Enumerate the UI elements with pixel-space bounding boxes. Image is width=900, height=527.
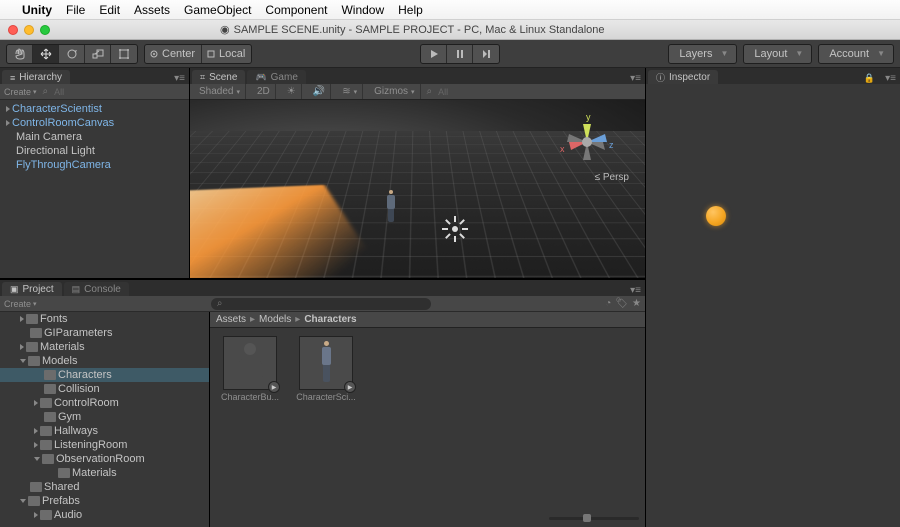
project-console-area: ▣Project ▤Console ▾≡ Create ▾ ◔ 🏷 ★ Font…: [0, 278, 645, 527]
svg-text:z: z: [609, 140, 614, 150]
hand-tool[interactable]: [7, 45, 33, 63]
main-toolbar: Center Local Layers▼ Layout▼ Account▼: [0, 40, 900, 68]
pivot-icon: [149, 49, 159, 59]
project-search[interactable]: [211, 298, 431, 310]
app-menu[interactable]: Unity: [22, 3, 52, 17]
project-tree[interactable]: Fonts GIParameters Materials Models Char…: [0, 312, 210, 527]
highlight-marker-icon: [706, 206, 726, 226]
shading-dropdown[interactable]: Shaded ▾: [194, 84, 246, 99]
breadcrumb[interactable]: Assets▸ Models▸ Characters: [210, 312, 645, 328]
scene-toolbar: Shaded ▾ 2D ☀ 🔊 ≋ ▾ Gizmos ▾ All: [190, 84, 645, 100]
tab-console[interactable]: ▤Console: [64, 282, 129, 296]
account-dropdown[interactable]: Account▼: [818, 44, 894, 64]
window-title: SAMPLE SCENE.unity - SAMPLE PROJECT - PC…: [234, 24, 605, 36]
space-icon: [206, 49, 216, 59]
projection-label[interactable]: ≤ Persp: [595, 172, 629, 183]
space-toggle[interactable]: Local: [202, 45, 251, 63]
assets-grid[interactable]: ▶ CharacterBu... ▶ CharacterSci...: [210, 328, 645, 527]
menu-gameobject[interactable]: GameObject: [184, 3, 251, 17]
panel-menu-icon[interactable]: ▾≡: [881, 73, 900, 84]
move-tool[interactable]: [33, 45, 59, 63]
menu-component[interactable]: Component: [265, 3, 327, 17]
panel-menu-icon[interactable]: ▾≡: [626, 285, 645, 296]
play-button[interactable]: [421, 45, 447, 63]
project-create-dropdown[interactable]: Create ▾: [4, 299, 37, 309]
orientation-gizmo[interactable]: y z x: [557, 112, 617, 172]
window-titlebar: ◉ SAMPLE SCENE.unity - SAMPLE PROJECT - …: [0, 20, 900, 40]
close-window-button[interactable]: [8, 25, 18, 35]
scene-lighting-toggle[interactable]: ☀: [282, 84, 302, 99]
gizmos-dropdown[interactable]: Gizmos ▾: [369, 84, 420, 99]
hierarchy-create-dropdown[interactable]: Create ▾: [4, 87, 37, 97]
layers-dropdown[interactable]: Layers▼: [668, 44, 737, 64]
minimize-window-button[interactable]: [24, 25, 34, 35]
play-controls: [420, 44, 500, 64]
lock-icon[interactable]: 🔒: [864, 73, 879, 84]
pivot-toggle[interactable]: Center: [145, 45, 202, 63]
rotate-tool[interactable]: [59, 45, 85, 63]
asset-item[interactable]: ▶ CharacterSci...: [294, 336, 358, 402]
light-gizmo-icon[interactable]: [444, 218, 466, 240]
scale-tool[interactable]: [85, 45, 111, 63]
mac-menubar: Unity File Edit Assets GameObject Compon…: [0, 0, 900, 20]
pause-button[interactable]: [447, 45, 473, 63]
menu-file[interactable]: File: [66, 3, 85, 17]
pivot-space-group: Center Local: [144, 44, 252, 64]
asset-item[interactable]: ▶ CharacterBu...: [218, 336, 282, 402]
tab-hierarchy[interactable]: ≡Hierarchy: [2, 70, 70, 84]
hierarchy-list[interactable]: CharacterScientist ControlRoomCanvas Mai…: [0, 100, 189, 278]
thumbnail-size-slider[interactable]: [549, 513, 639, 523]
menu-assets[interactable]: Assets: [134, 3, 170, 17]
search-icon: [427, 86, 433, 97]
scene-panel: ⌗Scene 🎮Game ▾≡ Shaded ▾ 2D ☀ 🔊 ≋ ▾ Gizm…: [190, 68, 645, 278]
asset-preview-play-icon[interactable]: ▶: [268, 381, 280, 393]
scene-viewport[interactable]: y z x ≤ Persp: [190, 100, 645, 278]
unity-doc-icon: ◉: [220, 23, 230, 36]
transform-tool-group: [6, 44, 138, 64]
tab-inspector[interactable]: ⓘInspector: [648, 70, 718, 84]
search-icon: [43, 86, 49, 97]
search-icon: [217, 298, 223, 309]
asset-preview-play-icon[interactable]: ▶: [344, 381, 356, 393]
mode-2d-toggle[interactable]: 2D: [252, 84, 276, 99]
svg-text:x: x: [560, 144, 565, 154]
favorite-icon[interactable]: ★: [632, 298, 641, 309]
step-button[interactable]: [473, 45, 499, 63]
inspector-panel: ⓘInspector 🔒 ▾≡: [646, 68, 900, 527]
tab-scene[interactable]: ⌗Scene: [192, 70, 245, 84]
hierarchy-panel: ≡Hierarchy ▾≡ Create ▾ All CharacterScie…: [0, 68, 190, 278]
zoom-window-button[interactable]: [40, 25, 50, 35]
hierarchy-search[interactable]: All: [54, 87, 64, 97]
label-icon[interactable]: 🏷: [615, 298, 628, 309]
scene-character: [384, 190, 398, 224]
layout-dropdown[interactable]: Layout▼: [743, 44, 812, 64]
tab-project[interactable]: ▣Project: [2, 282, 62, 296]
rect-tool[interactable]: [111, 45, 137, 63]
scene-search[interactable]: All: [438, 87, 448, 97]
menu-help[interactable]: Help: [398, 3, 423, 17]
menu-edit[interactable]: Edit: [99, 3, 120, 17]
svg-text:y: y: [586, 112, 591, 122]
scene-audio-toggle[interactable]: 🔊: [308, 84, 331, 99]
tab-game[interactable]: 🎮Game: [247, 70, 305, 84]
filter-icon[interactable]: ◔: [605, 298, 611, 309]
panel-menu-icon[interactable]: ▾≡: [626, 73, 645, 84]
panel-menu-icon[interactable]: ▾≡: [170, 73, 189, 84]
scene-fx-toggle[interactable]: ≋ ▾: [337, 84, 363, 99]
menu-window[interactable]: Window: [341, 3, 384, 17]
